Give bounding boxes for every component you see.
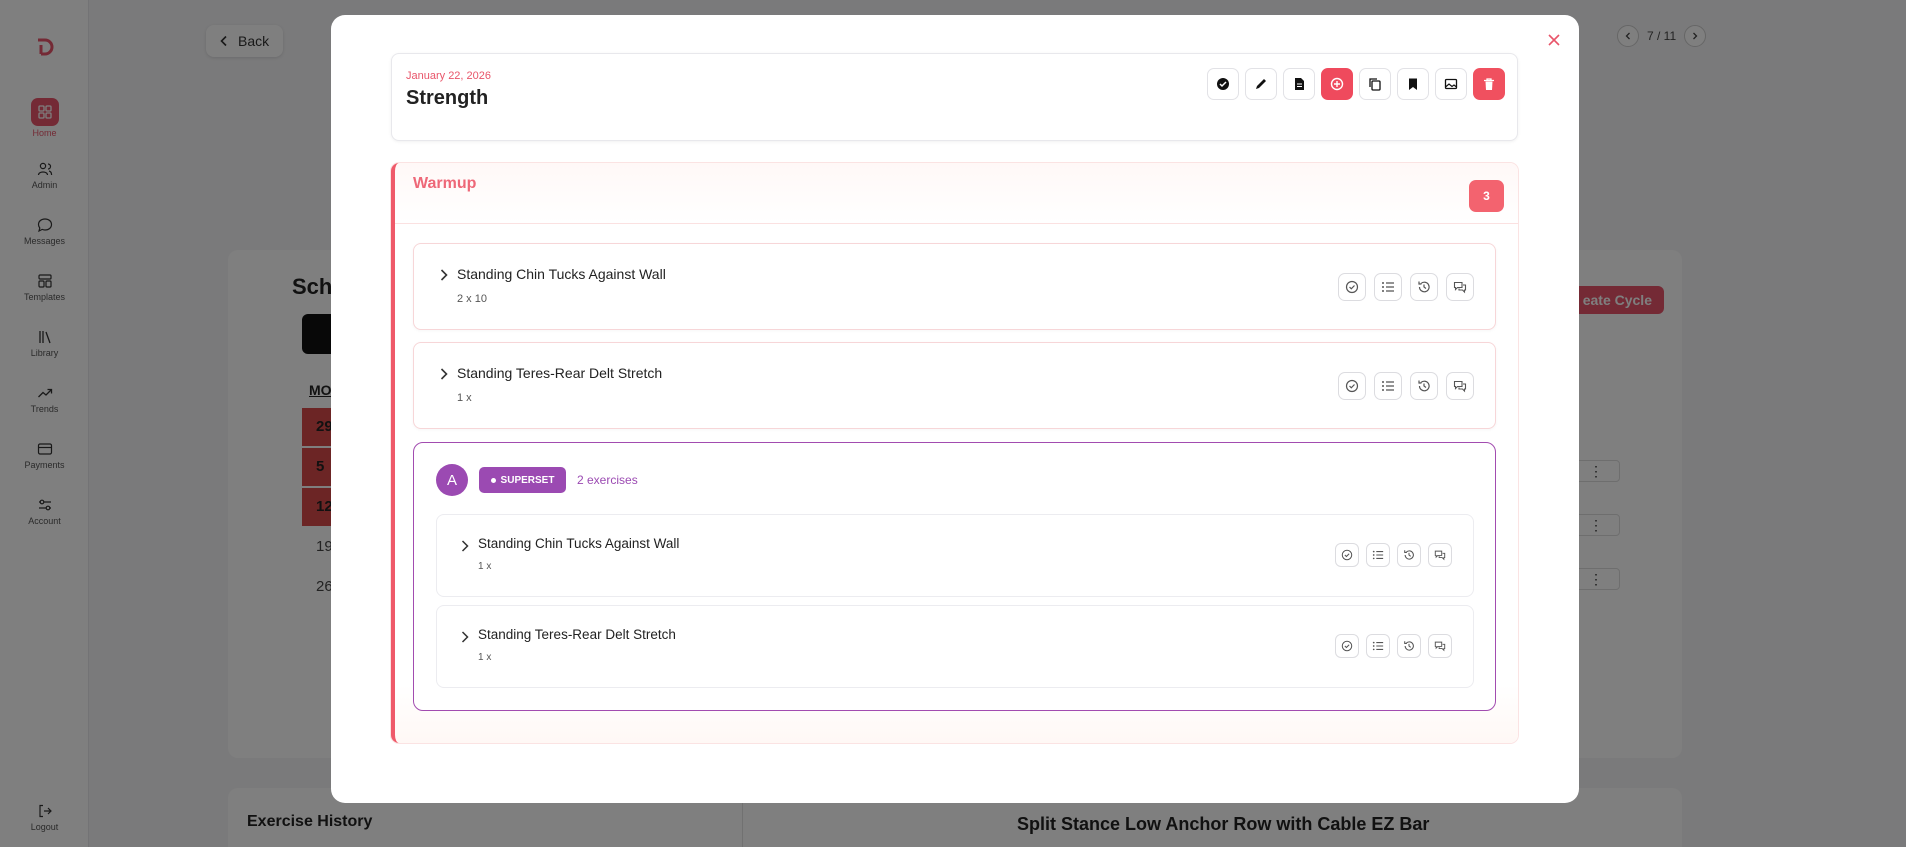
comments-button[interactable]	[1428, 634, 1452, 658]
bookmark-icon	[1409, 78, 1417, 90]
comments-icon	[1434, 641, 1446, 652]
chevron-right-icon[interactable]	[437, 268, 451, 282]
section-title: Warmup	[413, 175, 477, 192]
history-button[interactable]	[1410, 372, 1438, 400]
file-icon	[1295, 78, 1304, 90]
history-button[interactable]	[1410, 273, 1438, 301]
close-icon[interactable]	[1544, 30, 1564, 50]
superset-letter: A	[436, 464, 468, 496]
add-button[interactable]	[1321, 68, 1353, 100]
duplicate-button[interactable]	[1359, 68, 1391, 100]
history-icon	[1404, 550, 1414, 560]
exercise-name: Standing Chin Tucks Against Wall	[457, 266, 666, 282]
superset-count: 2 exercises	[577, 473, 638, 487]
superset-exercise-card[interactable]	[436, 605, 1474, 688]
exercise-sets: 1 x	[478, 652, 492, 663]
workout-date: January 22, 2026	[406, 70, 492, 82]
list-icon	[1372, 550, 1384, 560]
media-button[interactable]	[1435, 68, 1467, 100]
chevron-right-icon[interactable]	[458, 630, 472, 644]
edit-button[interactable]	[1245, 68, 1277, 100]
exercise-card[interactable]	[413, 342, 1496, 429]
bookmark-button[interactable]	[1397, 68, 1429, 100]
complete-button[interactable]	[1207, 68, 1239, 100]
check-circle-icon	[1217, 78, 1229, 90]
list-icon	[1372, 641, 1384, 651]
section-count-badge: 3	[1469, 180, 1504, 212]
list-icon	[1382, 381, 1394, 391]
history-icon	[1404, 641, 1414, 651]
notes-button[interactable]	[1283, 68, 1315, 100]
check-circle-icon	[1341, 549, 1353, 561]
exercise-sets: 1 x	[478, 561, 492, 572]
chevron-right-icon[interactable]	[437, 367, 451, 381]
exercise-name: Standing Chin Tucks Against Wall	[478, 536, 680, 551]
list-button[interactable]	[1374, 372, 1402, 400]
plus-circle-icon	[1330, 77, 1344, 91]
complete-exercise-button[interactable]	[1335, 634, 1359, 658]
superset-badge: SUPERSET	[479, 467, 566, 493]
comments-icon	[1453, 380, 1467, 393]
exercise-sets: 1 x	[457, 392, 472, 404]
pencil-icon	[1256, 79, 1266, 89]
complete-exercise-button[interactable]	[1338, 372, 1366, 400]
delete-button[interactable]	[1473, 68, 1505, 100]
check-circle-icon	[1341, 640, 1353, 652]
history-icon	[1418, 380, 1430, 392]
comments-icon	[1434, 550, 1446, 561]
exercise-sets: 2 x 10	[457, 293, 487, 305]
superset-badge-label: SUPERSET	[500, 474, 555, 486]
history-button[interactable]	[1397, 543, 1421, 567]
comments-button[interactable]	[1446, 273, 1474, 301]
list-button[interactable]	[1366, 543, 1390, 567]
exercise-name: Standing Teres-Rear Delt Stretch	[457, 365, 663, 381]
comments-button[interactable]	[1428, 543, 1452, 567]
superset-exercise-card[interactable]	[436, 514, 1474, 597]
comments-icon	[1453, 281, 1467, 294]
complete-exercise-button[interactable]	[1338, 273, 1366, 301]
check-circle-icon	[1345, 280, 1359, 294]
list-button[interactable]	[1374, 273, 1402, 301]
history-icon	[1418, 281, 1430, 293]
trash-icon	[1484, 78, 1494, 90]
complete-exercise-button[interactable]	[1335, 543, 1359, 567]
check-circle-icon	[1345, 379, 1359, 393]
image-icon	[1444, 78, 1458, 90]
history-button[interactable]	[1397, 634, 1421, 658]
chevron-right-icon[interactable]	[458, 539, 472, 553]
dot-icon	[490, 477, 496, 483]
list-icon	[1382, 282, 1394, 292]
comments-button[interactable]	[1446, 372, 1474, 400]
workout-title: Strength	[406, 87, 489, 109]
exercise-name: Standing Teres-Rear Delt Stretch	[478, 627, 676, 642]
copy-icon	[1369, 78, 1381, 91]
divider	[395, 223, 1518, 224]
exercise-card[interactable]	[413, 243, 1496, 330]
list-button[interactable]	[1366, 634, 1390, 658]
